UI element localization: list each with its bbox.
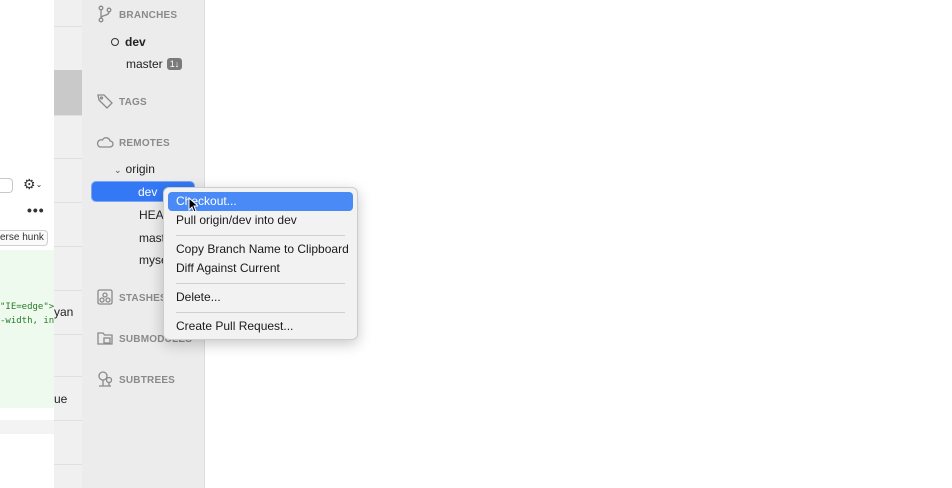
menu-item-create-pull-request[interactable]: Create Pull Request...: [168, 317, 353, 336]
menu-item-delete[interactable]: Delete...: [168, 288, 353, 307]
chevron-down-icon[interactable]: ⌄: [114, 165, 122, 175]
tags-label: TAGS: [119, 97, 147, 108]
remotes-label: REMOTES: [119, 138, 170, 149]
code-line: "IE=edge">: [0, 302, 54, 312]
more-options-icon[interactable]: •••: [27, 202, 45, 218]
commit-list-strip: yan ue: [54, 0, 82, 488]
branches-label: BRANCHES: [119, 10, 178, 21]
reverse-hunk-button[interactable]: erse hunk: [0, 230, 48, 246]
menu-item-copy-branch-name[interactable]: Copy Branch Name to Clipboard: [168, 240, 353, 259]
search-input[interactable]: [0, 178, 13, 193]
row-text: yan: [54, 305, 74, 319]
remotes-header[interactable]: REMOTES: [96, 133, 170, 154]
sidebar-item-master[interactable]: master 1↓: [126, 57, 183, 71]
menu-separator: [176, 235, 345, 236]
branches-header[interactable]: BRANCHES: [96, 5, 177, 26]
subtrees-label: SUBTREES: [119, 375, 176, 386]
selected-row[interactable]: [54, 70, 82, 115]
diff-pane: ⚙⌄ ••• erse hunk "IE=edge"> -width, in:: [0, 0, 54, 488]
branch-icon: [96, 5, 114, 26]
tags-header[interactable]: TAGS: [96, 92, 147, 113]
gear-icon[interactable]: ⚙⌄: [23, 176, 42, 193]
subtrees-header[interactable]: SUBTREES: [96, 370, 175, 391]
current-branch-icon: [111, 38, 119, 46]
folder-icon: [96, 329, 114, 350]
mouse-pointer-icon: [188, 197, 198, 213]
menu-item-diff-against-current[interactable]: Diff Against Current: [168, 259, 353, 278]
code-line: -width, in:: [0, 316, 54, 326]
menu-separator: [176, 312, 345, 313]
diff-added-block: "IE=edge"> -width, in:: [0, 250, 54, 408]
sidebar-item-dev[interactable]: dev: [111, 35, 146, 49]
row-text: ue: [54, 392, 68, 406]
diff-divider: [0, 420, 54, 434]
sidebar-item-origin-master[interactable]: mast: [139, 231, 165, 245]
menu-item-pull[interactable]: Pull origin/dev into dev: [168, 211, 353, 230]
stash-icon: [96, 288, 114, 309]
behind-count-badge: 1↓: [166, 58, 183, 70]
sidebar-item-origin[interactable]: ⌄ origin: [114, 162, 155, 176]
cloud-icon: [96, 133, 114, 154]
stashes-label: STASHES: [119, 293, 167, 304]
tag-icon: [96, 92, 114, 113]
menu-separator: [176, 283, 345, 284]
stashes-header[interactable]: STASHES: [96, 288, 167, 309]
tree-icon: [96, 370, 114, 391]
